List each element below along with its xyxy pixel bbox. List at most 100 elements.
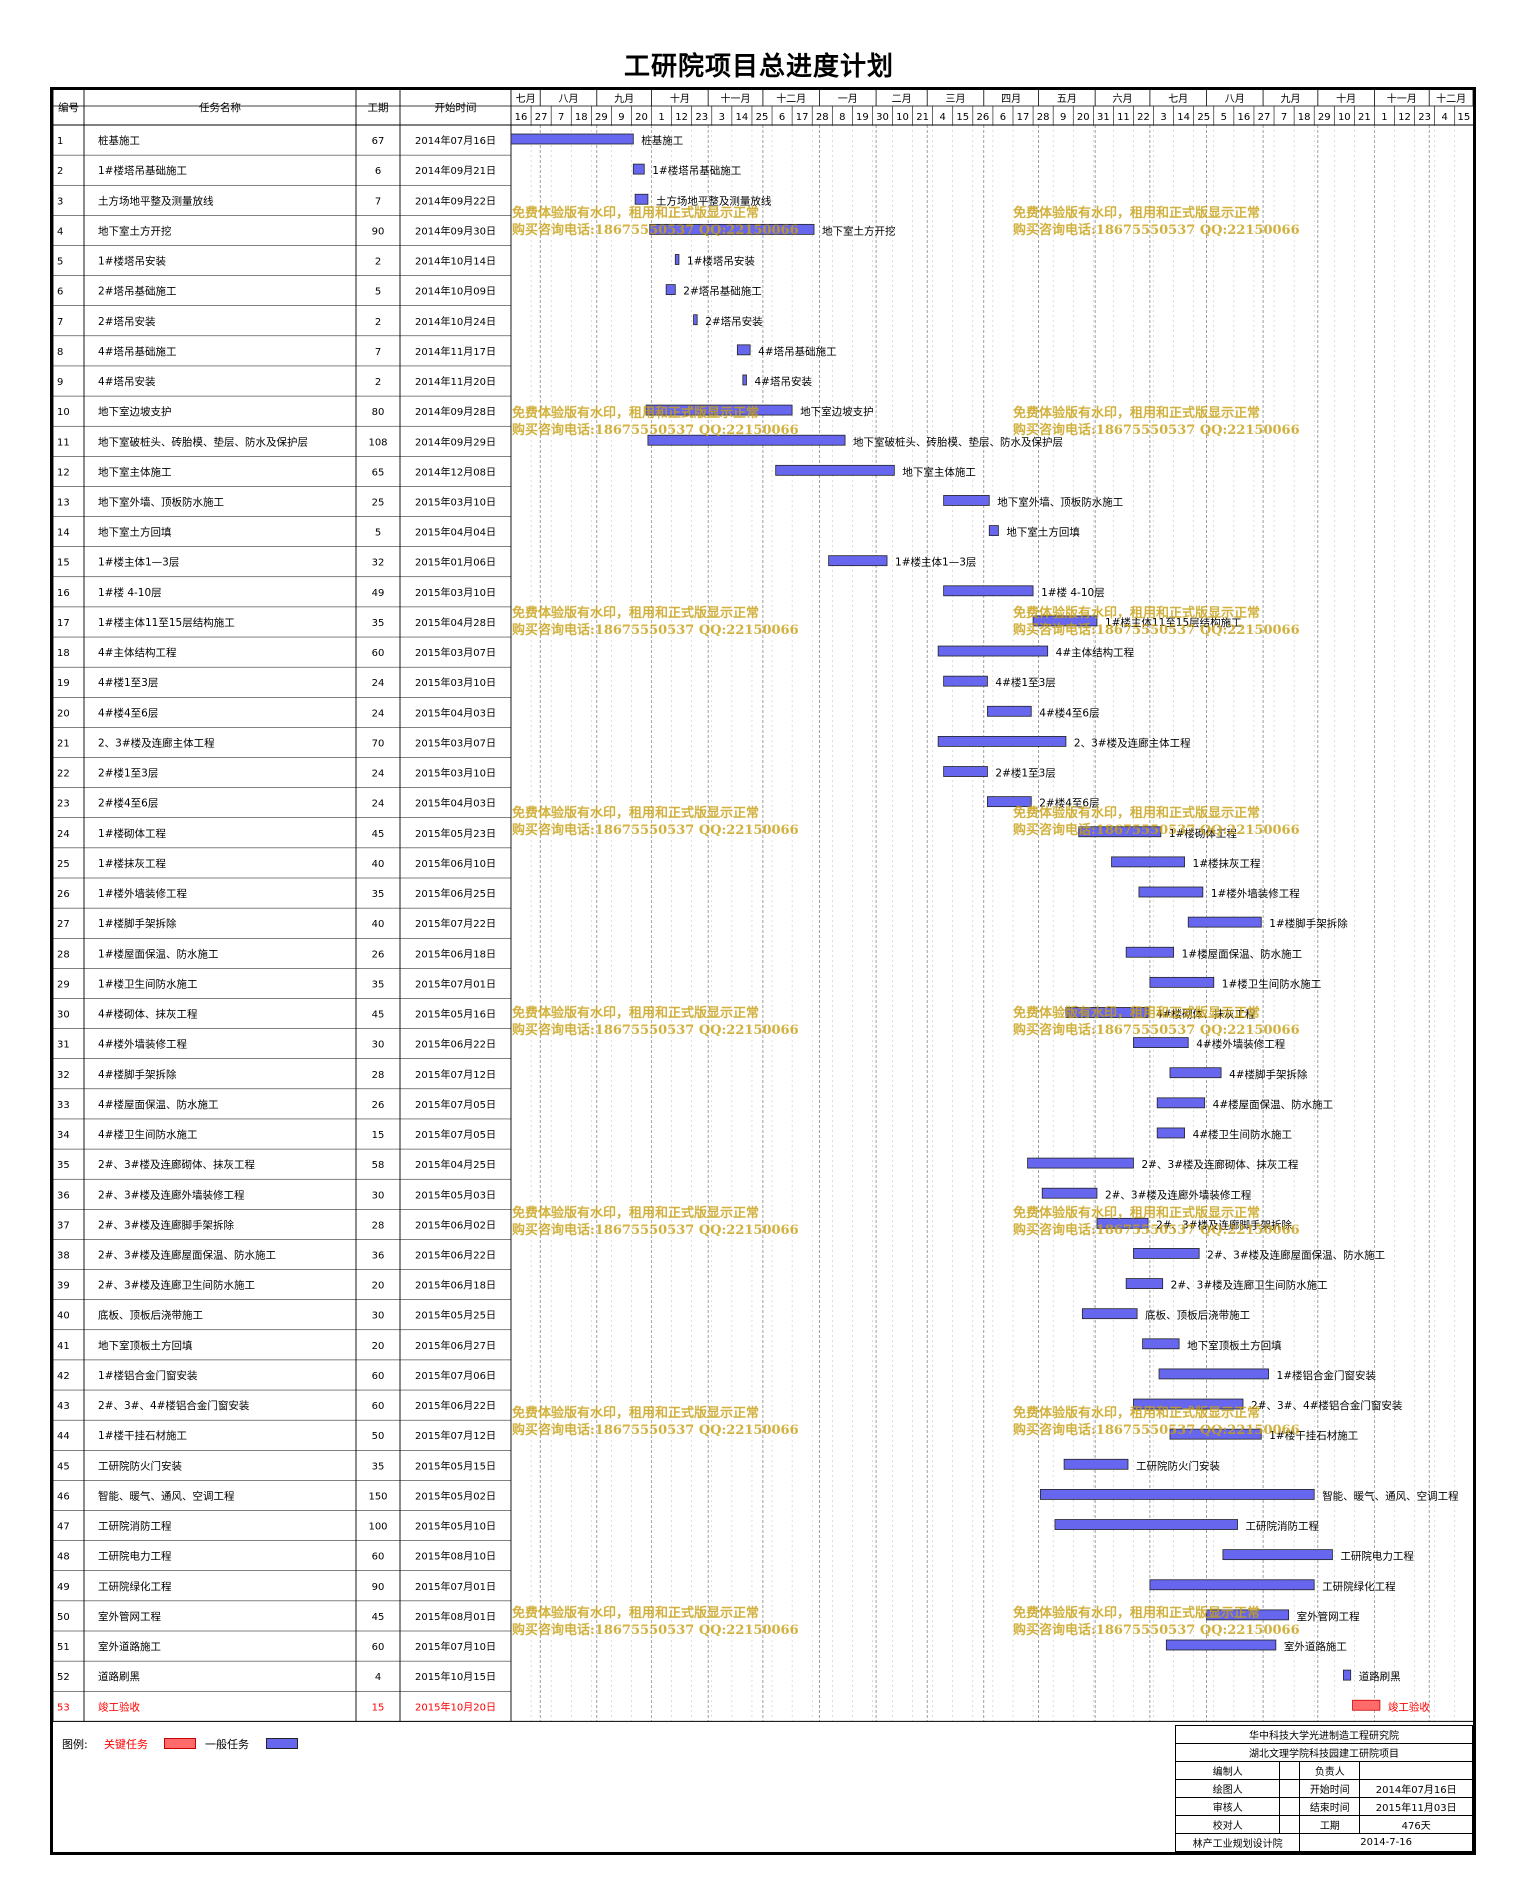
task-name: 底板、顶板后浇带施工 <box>98 1309 203 1322</box>
task-duration: 35 <box>372 979 385 990</box>
task-bar-label: 2#、3#楼及连廊屋面保温、防水施工 <box>1207 1249 1385 1262</box>
task-id: 20 <box>57 708 70 719</box>
task-start: 2015年04月03日 <box>415 797 496 810</box>
task-name: 2#楼1至3层 <box>98 767 158 780</box>
task-bar <box>674 254 680 265</box>
task-start: 2015年05月10日 <box>415 1520 496 1533</box>
task-id: 43 <box>57 1401 70 1412</box>
task-start: 2014年10月09日 <box>415 285 496 298</box>
task-id: 28 <box>57 949 70 960</box>
task-bar-label: 4#楼外墙装修工程 <box>1196 1038 1285 1051</box>
task-bar-label: 室外管网工程 <box>1297 1610 1360 1623</box>
task-name: 地下室土方回填 <box>98 526 172 539</box>
task-bar-label: 2#楼1至3层 <box>995 767 1055 780</box>
legend-critical-swatch <box>164 1738 196 1749</box>
task-start: 2015年10月15日 <box>415 1670 496 1683</box>
task-start: 2015年08月10日 <box>415 1550 496 1563</box>
info-r4-label: 校对人 <box>1174 1815 1281 1834</box>
task-id: 34 <box>57 1130 70 1141</box>
task-bar-label: 地下室主体施工 <box>902 465 976 478</box>
task-name: 1#楼主体1—3层 <box>98 556 179 569</box>
task-bar <box>1133 1037 1189 1048</box>
task-bar <box>1027 1157 1134 1169</box>
task-id: 23 <box>57 799 70 810</box>
task-bar-label: 地下室土方开挖 <box>822 224 896 237</box>
task-bar <box>1081 1308 1138 1320</box>
task-bar-label: 1#楼抹灰工程 <box>1193 857 1261 870</box>
task-id: 4 <box>57 226 63 237</box>
task-id: 53 <box>57 1702 70 1713</box>
task-bar <box>1158 1368 1269 1380</box>
task-start: 2014年10月24日 <box>415 315 496 328</box>
task-bar <box>649 223 815 235</box>
task-duration: 28 <box>372 1070 385 1081</box>
task-start: 2015年07月01日 <box>415 1580 496 1593</box>
info-r2-label: 绘图人 <box>1174 1779 1281 1798</box>
task-bar-label: 地下室土方回填 <box>1006 526 1080 539</box>
day-tick-label: 4 <box>940 112 946 123</box>
task-id: 13 <box>57 498 70 509</box>
task-duration: 15 <box>372 1130 385 1141</box>
task-start: 2015年03月07日 <box>415 736 496 749</box>
task-bar <box>634 193 649 205</box>
task-name: 4#楼屋面保温、防水施工 <box>98 1098 218 1111</box>
task-duration: 40 <box>372 919 385 930</box>
task-id: 51 <box>57 1642 70 1653</box>
legend-label: 图例: <box>62 1738 88 1751</box>
day-tick-label: 20 <box>1077 112 1090 123</box>
month-label: 三月 <box>945 93 965 105</box>
day-tick-label: 16 <box>515 112 528 123</box>
task-duration: 30 <box>372 1190 385 1201</box>
task-id: 31 <box>57 1040 70 1051</box>
task-name: 2#塔吊基础施工 <box>98 285 176 298</box>
task-id: 26 <box>57 889 70 900</box>
task-duration: 60 <box>372 1371 385 1382</box>
day-tick-label: 6 <box>779 112 785 123</box>
task-bar <box>645 404 793 416</box>
task-duration: 35 <box>372 618 385 629</box>
day-tick-label: 27 <box>1258 112 1271 123</box>
day-tick-label: 15 <box>1458 112 1471 123</box>
task-duration: 70 <box>372 738 385 749</box>
task-bar <box>943 585 1034 597</box>
task-duration: 30 <box>372 1311 385 1322</box>
task-id: 48 <box>57 1552 70 1563</box>
task-duration: 108 <box>368 437 387 448</box>
task-id: 38 <box>57 1251 70 1262</box>
task-start: 2015年06月18日 <box>415 947 496 960</box>
task-name: 2#塔吊安装 <box>98 315 156 328</box>
day-tick-label: 11 <box>1117 112 1130 123</box>
task-duration: 15 <box>372 1702 385 1713</box>
info-r1-key: 负责人 <box>1299 1761 1361 1780</box>
task-id: 19 <box>57 678 70 689</box>
task-bar-label: 2#、3#楼及连廊砌体、抹灰工程 <box>1141 1158 1298 1171</box>
day-tick-label: 25 <box>1197 112 1210 123</box>
task-start: 2014年09月30日 <box>415 224 496 237</box>
task-bar-label: 4#楼屋面保温、防水施工 <box>1213 1098 1333 1111</box>
day-tick-label: 6 <box>1000 112 1006 123</box>
day-tick-label: 10 <box>896 112 909 123</box>
header-name: 任务名称 <box>199 101 241 114</box>
day-tick-label: 3 <box>719 112 725 123</box>
task-start: 2015年04月03日 <box>415 706 496 719</box>
day-tick-label: 1 <box>658 112 664 123</box>
task-name: 地下室顶板土方回填 <box>98 1339 193 1352</box>
task-name: 2#、3#楼及连廊屋面保温、防水施工 <box>98 1249 276 1262</box>
task-bar-label: 工研院消防工程 <box>1246 1520 1320 1533</box>
task-bar-label: 1#楼卫生间防水施工 <box>1222 977 1321 990</box>
task-bar <box>1342 1669 1352 1681</box>
task-name: 1#楼塔吊基础施工 <box>98 164 187 177</box>
task-duration: 45 <box>372 1612 385 1623</box>
task-start: 2015年08月01日 <box>415 1610 496 1623</box>
task-id: 18 <box>57 648 70 659</box>
task-bar <box>1065 1007 1149 1018</box>
task-id: 50 <box>57 1612 70 1623</box>
task-duration: 6 <box>375 166 381 177</box>
task-start: 2015年06月27日 <box>415 1339 496 1352</box>
task-start: 2015年03月10日 <box>415 496 496 509</box>
task-bar-label: 2#楼4至6层 <box>1039 797 1099 810</box>
task-start: 2015年06月10日 <box>415 857 496 870</box>
task-name: 智能、暖气、通风、空调工程 <box>98 1489 235 1502</box>
month-label: 七月 <box>1168 93 1188 105</box>
task-id: 17 <box>57 618 70 629</box>
